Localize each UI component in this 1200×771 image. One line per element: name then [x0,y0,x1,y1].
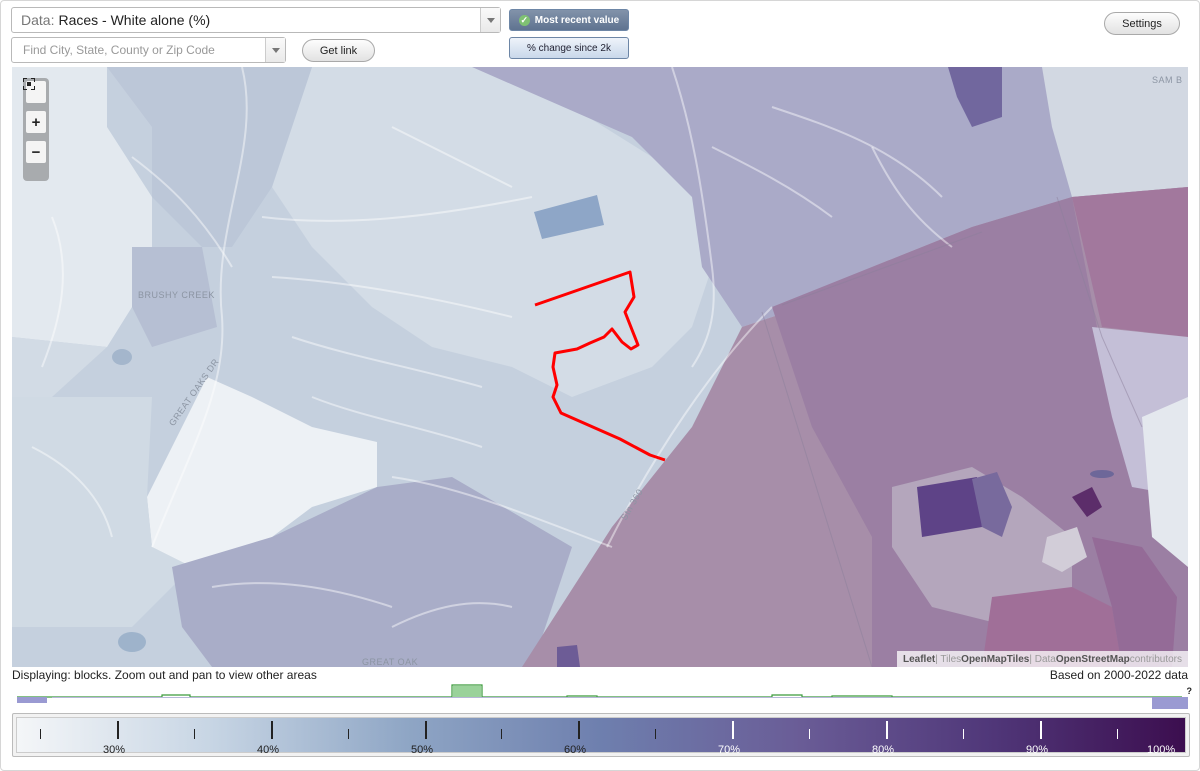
openstreetmap-link[interactable]: OpenStreetMap [1056,654,1130,665]
map-layer [12,67,1188,667]
location-search-field[interactable] [11,37,286,63]
legend-tick [885,721,888,739]
openmaptiles-link[interactable]: OpenMapTiles [961,654,1029,665]
map-label-sam-b: SAM B [1152,75,1183,85]
block-region [917,477,982,537]
get-link-button[interactable]: Get link [302,39,375,62]
legend-tick [40,729,41,739]
legend-tick [809,729,810,739]
fullscreen-icon[interactable] [23,78,46,103]
legend-tick [578,721,581,739]
search-dropdown-chevron-icon[interactable] [265,38,285,62]
leaflet-link[interactable]: Leaflet [903,654,935,665]
location-search-input[interactable] [21,42,261,58]
data-select-prefix: Data: [21,12,55,28]
settings-button[interactable]: Settings [1104,12,1180,35]
map-attribution: Leaflet | Tiles OpenMapTiles | Data Open… [897,651,1188,667]
attribution-data-prefix: | Data [1029,653,1056,665]
legend-tick [655,729,657,739]
legend-tick [1039,721,1042,739]
legend-label: 100% [1147,744,1176,756]
legend-tick [193,729,195,739]
map-canvas[interactable]: BRUSHY CREEK GREAT OAKS DR GREAT OAK SAM… [12,67,1188,667]
attribution-tiles-prefix: | Tiles [935,653,962,665]
checkmark-icon: ✓ [518,14,530,26]
legend-tick [732,721,735,739]
legend-tick [424,721,427,739]
legend-tick [116,721,119,739]
legend-gradient-bar: 30% 40% 50% 60% 70% 80% 90% 100% [16,717,1196,756]
water-body [118,632,146,652]
legend-label: 40% [257,744,280,756]
data-range-note: Based on 2000-2022 data [1049,668,1188,682]
legend-tick [347,729,349,739]
most-recent-label: Most recent value [534,14,620,26]
zoom-out-button[interactable]: − [26,141,46,163]
percent-change-toggle[interactable]: % change since 2k [509,37,629,59]
histogram-help-icon[interactable]: ? [1187,686,1193,696]
block-region [557,645,580,667]
data-select-value: Races - White alone (%) [58,12,211,28]
most-recent-value-toggle[interactable]: ✓ Most recent value [509,9,629,31]
map-label-brushy-creek: BRUSHY CREEK [138,290,215,300]
legend-tick [962,729,964,739]
legend-label: 90% [1026,744,1049,756]
legend-tick [501,729,503,739]
zoom-in-button[interactable]: + [26,111,46,133]
color-legend: 30% 40% 50% 60% 70% 80% 90% 100% [12,713,1196,757]
water-body [1090,470,1114,478]
legend-label: 30% [103,744,126,756]
legend-label: 60% [564,744,587,756]
legend-label: 70% [718,744,741,756]
value-histogram [17,684,1188,709]
legend-tick [1193,721,1196,739]
displaying-status: Displaying: blocks. Zoom out and pan to … [12,668,317,682]
legend-tick [1116,729,1118,739]
attribution-suffix: contributors [1129,653,1182,665]
map-label-great-oak: GREAT OAK [362,657,419,667]
chevron-down-icon[interactable] [480,8,500,32]
legend-tick [270,721,273,739]
water-body [112,349,132,365]
data-variable-select[interactable]: Data: Races - White alone (%) [11,7,501,33]
legend-label: 50% [411,744,434,756]
legend-label: 80% [872,744,895,756]
zoom-controls: + − [23,78,49,181]
